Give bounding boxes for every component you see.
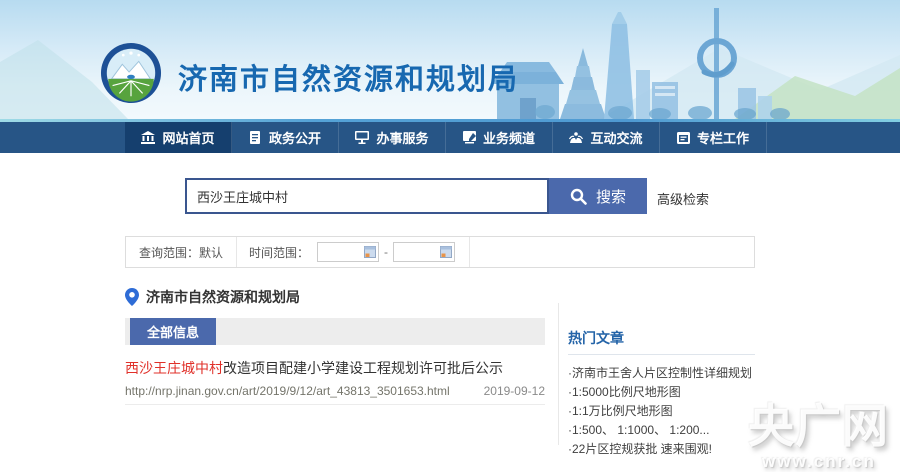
location-pin-icon <box>125 288 139 306</box>
search-button-label: 搜索 <box>596 186 626 207</box>
nav-item-label: 政务公开 <box>269 128 321 147</box>
search-button[interactable]: 搜索 <box>549 178 647 214</box>
channel-icon <box>463 131 476 144</box>
nav-item-label: 办事服务 <box>376 128 428 147</box>
hot-articles-divider <box>568 354 755 355</box>
bureau-emblem-logo <box>100 42 162 104</box>
interaction-icon <box>569 131 583 144</box>
date-to-input[interactable] <box>393 242 455 262</box>
result-tabbar: 全部信息 <box>125 318 545 345</box>
nav-item-interaction[interactable]: 互动交流 <box>553 122 660 153</box>
page-header: 济南市自然资源和规划局 <box>0 0 900 119</box>
time-range-label: 时间范围： <box>249 244 309 261</box>
nav-item-home[interactable]: 网站首页 <box>125 122 232 153</box>
source-row: 济南市自然资源和规划局 <box>125 287 300 307</box>
calendar-icon <box>364 246 376 258</box>
nav-item-gov-disclosure[interactable]: 政务公开 <box>232 122 339 153</box>
search-icon <box>570 188 587 205</box>
hot-articles-title: 热门文章 <box>568 328 624 348</box>
nav-item-special-column[interactable]: 专栏工作 <box>660 122 767 153</box>
date-from-input[interactable] <box>317 242 379 262</box>
nav-item-label: 业务频道 <box>483 128 535 147</box>
date-range-separator: - <box>384 245 388 259</box>
nav-item-services[interactable]: 办事服务 <box>339 122 446 153</box>
nav-item-label: 互动交流 <box>590 128 642 147</box>
hot-articles-list: ·济南市王舍人片区控制性详细规划 ·1:5000比例尺地形图 ·1:1万比例尺地… <box>568 364 798 459</box>
search-input[interactable] <box>185 178 549 214</box>
nav-item-label: 专栏工作 <box>697 128 749 147</box>
bank-icon <box>141 131 155 144</box>
hot-article-item[interactable]: ·1:1万比例尺地形图 <box>568 402 798 420</box>
nav-item-label: 网站首页 <box>162 128 214 147</box>
main-navigation: 网站首页 政务公开 办事服务 业务频道 <box>0 122 900 153</box>
site-title: 济南市自然资源和规划局 <box>178 56 519 98</box>
document-icon <box>249 131 262 144</box>
result-title-highlight: 西沙王庄城中村 <box>125 360 223 376</box>
hot-article-item[interactable]: ·1:500、 1:1000、 1:200... <box>568 421 798 439</box>
source-title: 济南市自然资源和规划局 <box>146 287 300 307</box>
calendar-icon <box>440 246 452 258</box>
nav-item-business-channel[interactable]: 业务频道 <box>446 122 553 153</box>
result-divider <box>125 404 545 405</box>
result-title-rest: 改造项目配建小学建设工程规划许可批后公示 <box>223 360 503 376</box>
monitor-icon <box>355 131 369 144</box>
time-range-section: 时间范围： - <box>237 237 470 267</box>
result-url-link[interactable]: http://nrp.jinan.gov.cn/art/2019/9/12/ar… <box>125 384 450 398</box>
column-icon <box>677 131 690 144</box>
result-title-link[interactable]: 西沙王庄城中村改造项目配建小学建设工程规划许可批后公示 <box>125 358 503 378</box>
hot-article-item[interactable]: ·22片区控规获批 速来围观! <box>568 440 798 458</box>
nav-items: 网站首页 政务公开 办事服务 业务频道 <box>125 122 767 153</box>
hot-article-item[interactable]: ·济南市王舍人片区控制性详细规划 <box>568 364 798 382</box>
tab-all-info[interactable]: 全部信息 <box>130 318 216 345</box>
result-date: 2019-09-12 <box>425 384 545 398</box>
hot-article-item[interactable]: ·1:5000比例尺地形图 <box>568 383 798 401</box>
filter-bar: 查询范围：默认 时间范围： - <box>125 236 755 268</box>
column-divider <box>558 303 559 445</box>
advanced-search-link[interactable]: 高级检索 <box>657 189 709 208</box>
query-scope-label: 查询范围：默认 <box>126 237 237 267</box>
